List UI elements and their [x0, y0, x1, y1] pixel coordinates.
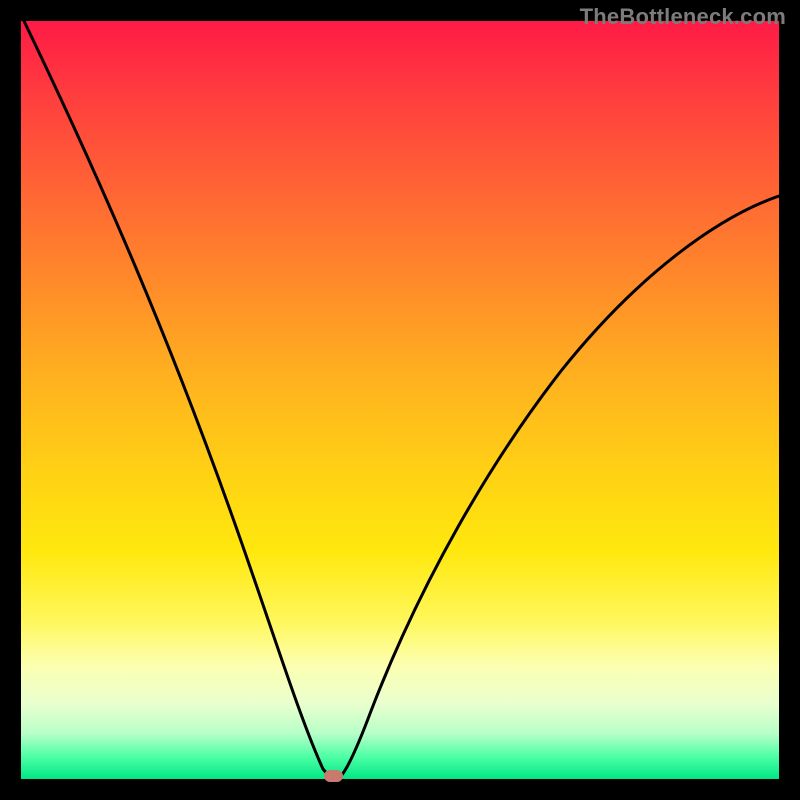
- watermark-text: TheBottleneck.com: [580, 4, 786, 30]
- curve-layer: [21, 21, 779, 779]
- bottleneck-curve: [24, 21, 779, 776]
- plot-area: [21, 21, 779, 779]
- chart-frame: TheBottleneck.com: [0, 0, 800, 800]
- min-marker: [324, 770, 343, 782]
